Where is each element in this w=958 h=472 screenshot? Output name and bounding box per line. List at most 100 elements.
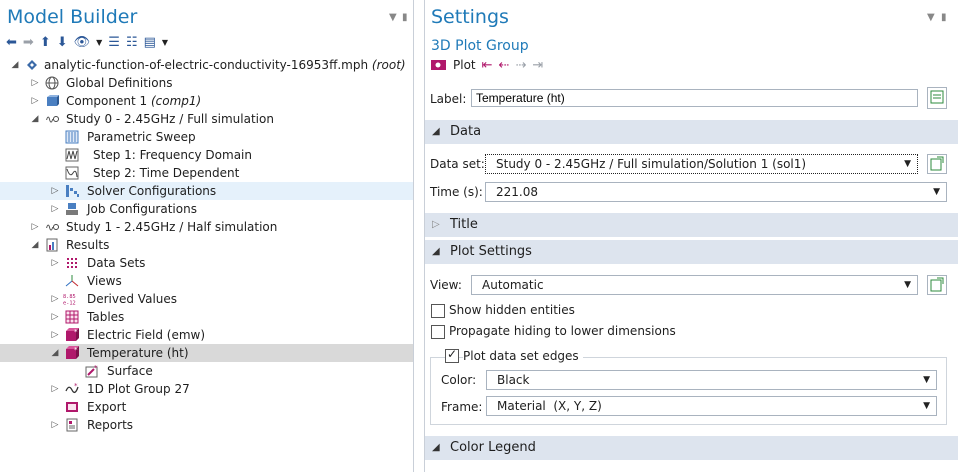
tree-item-root[interactable]: ◢ analytic-function-of-electric-conducti…	[0, 56, 413, 74]
tree-item-results[interactable]: ◢ Results	[0, 236, 413, 254]
data-set-value: Study 0 - 2.45GHz / Full simulation/Solu…	[496, 157, 807, 171]
settings-panel: Settings ▼ ▮ 3D Plot Group Plot ⇤ ⇠ ⇢ ⇥ …	[424, 0, 958, 472]
model-builder-title: Model Builder	[7, 6, 138, 28]
pin-icon[interactable]: ▮	[402, 12, 408, 23]
tree-item-tables[interactable]: ▷ Tables	[0, 308, 413, 326]
results-icon	[46, 238, 58, 252]
propagate-hiding-checkbox[interactable]	[431, 325, 445, 339]
label-edit-button[interactable]	[927, 87, 947, 109]
back-arrow-icon[interactable]: ⬅	[6, 36, 17, 50]
chevron-down-icon: ▼	[923, 401, 930, 411]
plot-button-label[interactable]: Plot	[453, 58, 476, 72]
expand-toggle-icon[interactable]: ▷	[50, 182, 60, 200]
tree-item-parametric-sweep[interactable]: Parametric Sweep	[0, 128, 413, 146]
export-icon	[66, 402, 78, 412]
tree-item-label: Solver Configurations	[87, 184, 217, 198]
show-eye-icon[interactable]: 👁	[74, 36, 91, 50]
tree-item-study-0[interactable]: ◢ ∿ Study 0 - 2.45GHz / Full simulation	[0, 110, 413, 128]
plot-edges-checkbox[interactable]	[445, 347, 459, 363]
expand-toggle-icon[interactable]: ◢	[50, 344, 60, 362]
frame-select[interactable]: Material (X, Y, Z) ▼	[486, 396, 937, 416]
tree-item-data-sets[interactable]: ▷ Data Sets	[0, 254, 413, 272]
plot-edges-label: Plot data set edges	[463, 349, 583, 363]
tree-item-label: Views	[87, 274, 122, 288]
svg-text:e-12: e-12	[63, 300, 76, 306]
first-icon[interactable]: ⇤	[482, 58, 493, 73]
section-color-legend[interactable]: ◢ Color Legend	[425, 436, 958, 460]
expand-toggle-icon[interactable]: ▷	[30, 92, 40, 110]
tree-item-temperature[interactable]: ◢ * Temperature (ht)	[0, 344, 413, 362]
tree-item-solver-configurations[interactable]: ▷ Solver Configurations	[0, 182, 413, 200]
tree-item-electric-field[interactable]: ▷ * Electric Field (emw)	[0, 326, 413, 344]
forward-arrow-icon[interactable]: ➡	[23, 36, 34, 50]
expand-toggle-icon[interactable]: ▷	[50, 200, 60, 218]
list-dropdown-icon[interactable]: ▼	[162, 36, 168, 50]
collapse-arrow-icon: ◢	[432, 246, 440, 257]
next-icon[interactable]: ⇢	[515, 58, 526, 73]
expand-toggle-icon[interactable]: ▷	[50, 290, 60, 308]
data-set-select[interactable]: Study 0 - 2.45GHz / Full simulation/Solu…	[485, 154, 918, 174]
panel-splitter[interactable]	[414, 0, 424, 472]
list-view-icon[interactable]: ▤	[144, 36, 156, 50]
tree-item-reports[interactable]: ▷ Reports	[0, 416, 413, 434]
tree-item-derived-values[interactable]: ▷ 8.85 e-12 Derived Values	[0, 290, 413, 308]
solver-icon	[66, 185, 79, 197]
tree-item-step-1[interactable]: Step 1: Frequency Domain	[0, 146, 413, 164]
expand-toggle-icon[interactable]: ▷	[50, 416, 60, 434]
tree-item-global-definitions[interactable]: ▷ Global Definitions	[0, 74, 413, 92]
expand-toggle-icon[interactable]: ▷	[50, 254, 60, 272]
tree-item-label: Reports	[87, 418, 134, 432]
section-data-title: Data	[450, 124, 482, 139]
move-down-icon[interactable]: ⬇	[57, 36, 68, 50]
globe-icon	[45, 76, 59, 90]
section-title[interactable]: ▷ Title	[425, 213, 958, 237]
last-icon[interactable]: ⇥	[532, 58, 543, 73]
tree-item-study-1[interactable]: ▷ ∿ Study 1 - 2.45GHz / Half simulation	[0, 218, 413, 236]
expand-toggle-icon[interactable]: ▷	[50, 308, 60, 326]
tree-item-surface[interactable]: * Surface	[0, 362, 413, 380]
show-hidden-label: Show hidden entities	[449, 303, 575, 317]
section-plot-settings[interactable]: ◢ Plot Settings	[425, 240, 958, 264]
label-input[interactable]	[471, 89, 918, 107]
collapse-all-icon[interactable]: ☰	[108, 36, 120, 50]
expand-toggle-icon[interactable]: ▷	[30, 74, 40, 92]
view-go-button[interactable]	[927, 275, 947, 295]
tree-item-job-configurations[interactable]: ▷ Job Configurations	[0, 200, 413, 218]
view-select[interactable]: Automatic ▼	[471, 275, 918, 295]
tree-item-component[interactable]: ▷ Component 1 (comp1)	[0, 92, 413, 110]
color-select[interactable]: Black ▼	[486, 370, 937, 390]
tree-item-label: Global Definitions	[66, 76, 173, 90]
expand-toggle-icon[interactable]: ▷	[50, 326, 60, 344]
tree-item-label: analytic-function-of-electric-conductivi…	[44, 58, 369, 72]
collapse-arrow-icon: ◢	[432, 442, 440, 453]
expand-toggle-icon[interactable]: ◢	[30, 110, 40, 128]
tree-item-1d-plot-group[interactable]: ▷ * 1D Plot Group 27	[0, 380, 413, 398]
panel-menu-icon[interactable]: ▼	[389, 12, 397, 23]
section-title-title: Title	[450, 217, 478, 232]
tree-item-export[interactable]: Export	[0, 398, 413, 416]
expand-all-icon[interactable]: ☷	[126, 36, 138, 50]
time-select[interactable]: 221.08 ▼	[485, 182, 947, 202]
data-set-go-button[interactable]	[927, 154, 947, 174]
pin-icon[interactable]: ▮	[941, 12, 947, 23]
tree-item-step-2[interactable]: Step 2: Time Dependent	[0, 164, 413, 182]
expand-toggle-icon[interactable]: ▷	[30, 218, 40, 236]
model-builder-toolbar: ⬅ ➡ ⬆ ⬇ 👁 ▼ ☰ ☷ ▤ ▼	[6, 34, 168, 52]
panel-menu-icon[interactable]: ▼	[927, 12, 935, 23]
view-value: Automatic	[482, 278, 544, 292]
settings-subtitle: 3D Plot Group	[431, 38, 529, 54]
show-hidden-checkbox[interactable]	[431, 304, 445, 318]
move-up-icon[interactable]: ⬆	[40, 36, 51, 50]
model-tree: ◢ analytic-function-of-electric-conducti…	[0, 56, 413, 434]
expand-toggle-icon[interactable]: ◢	[10, 56, 20, 74]
time-value: 221.08	[496, 185, 538, 199]
tree-item-views[interactable]: Views	[0, 272, 413, 290]
show-dropdown-icon[interactable]: ▼	[96, 36, 102, 50]
plot-icon[interactable]	[431, 59, 447, 71]
section-data[interactable]: ◢ Data	[425, 120, 958, 144]
tree-item-label: Step 1: Frequency Domain	[93, 148, 252, 162]
expand-toggle-icon[interactable]: ◢	[30, 236, 40, 254]
svg-text:*: *	[74, 346, 78, 354]
previous-icon[interactable]: ⇠	[499, 58, 510, 73]
expand-toggle-icon[interactable]: ▷	[50, 380, 60, 398]
